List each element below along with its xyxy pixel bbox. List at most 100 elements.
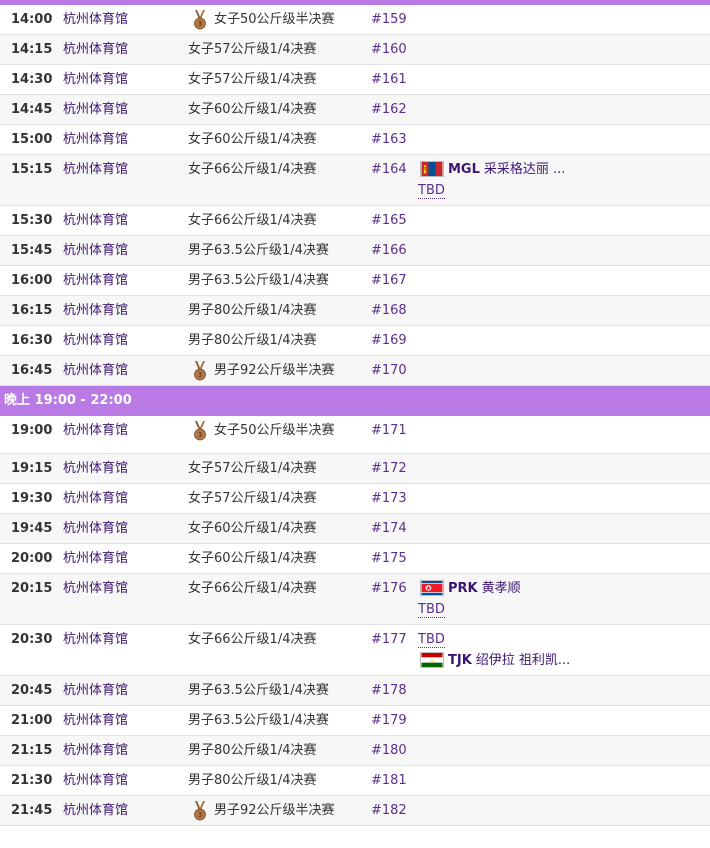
- table-row: 16:00 杭州体育馆 男子63.5公斤级1/4决赛 #167: [0, 266, 710, 296]
- table-row: 16:15 杭州体育馆 男子80公斤级1/4决赛 #168: [0, 296, 710, 326]
- participant[interactable]: MGL 采采格达丽 ...: [420, 160, 566, 179]
- match-number: #182: [371, 803, 407, 818]
- row-time: 16:00: [11, 273, 53, 288]
- venue-link[interactable]: 杭州体育馆: [63, 550, 128, 568]
- venue-link[interactable]: 杭州体育馆: [63, 161, 128, 179]
- match-number: #179: [371, 713, 407, 728]
- event-name: 女子66公斤级1/4决赛: [188, 581, 317, 596]
- row-time: 15:45: [11, 243, 53, 258]
- row-time: 15:30: [11, 213, 53, 228]
- athlete-name-link[interactable]: 黄孝顺: [482, 581, 521, 596]
- venue-link[interactable]: 杭州体育馆: [63, 802, 128, 820]
- row-time: 19:30: [11, 491, 53, 506]
- match-number: #162: [371, 102, 407, 117]
- match-number: #180: [371, 743, 407, 758]
- venue-link[interactable]: 杭州体育馆: [63, 332, 128, 350]
- country-code: PRK: [448, 581, 478, 596]
- row-time: 14:00: [11, 12, 53, 27]
- bronze-medal-icon: 3: [194, 361, 206, 381]
- section-label: 晚上 19:00 - 22:00: [4, 393, 132, 408]
- row-time: 14:30: [11, 72, 53, 87]
- table-row: 19:45 杭州体育馆 女子60公斤级1/4决赛 #174: [0, 514, 710, 544]
- venue-link[interactable]: 杭州体育馆: [63, 631, 128, 649]
- venue-link[interactable]: 杭州体育馆: [63, 212, 128, 230]
- event-name: 男子63.5公斤级1/4决赛: [188, 273, 329, 288]
- venue-link[interactable]: 杭州体育馆: [63, 682, 128, 700]
- table-row: 16:30 杭州体育馆 男子80公斤级1/4决赛 #169: [0, 326, 710, 356]
- match-number: #164: [371, 162, 407, 177]
- match-number: #163: [371, 132, 407, 147]
- row-time: 21:45: [11, 803, 53, 818]
- table-row: 14:30 杭州体育馆 女子57公斤级1/4决赛 #161: [0, 65, 710, 95]
- match-number: #174: [371, 521, 407, 536]
- tbd-label[interactable]: TBD: [418, 184, 445, 199]
- venue-link[interactable]: 杭州体育馆: [63, 580, 128, 598]
- venue-link[interactable]: 杭州体育馆: [63, 131, 128, 149]
- event-name: 女子60公斤级1/4决赛: [188, 132, 317, 147]
- prk-flag-icon: [420, 579, 444, 596]
- row-time: 19:45: [11, 521, 53, 536]
- match-number: #172: [371, 461, 407, 476]
- athlete-name-link[interactable]: 绍伊拉 祖利凯...: [476, 653, 571, 668]
- match-number: #181: [371, 773, 407, 788]
- row-time: 20:00: [11, 551, 53, 566]
- schedule-table: 14:00 杭州体育馆 3 女子50公斤级半决赛 #159 14:15 杭州体育馆 女子57公…: [0, 5, 710, 826]
- event-name: 女子50公斤级半决赛: [214, 423, 335, 438]
- event-name: 女子60公斤级1/4决赛: [188, 551, 317, 566]
- venue-link[interactable]: 杭州体育馆: [63, 71, 128, 89]
- row-time: 21:30: [11, 773, 53, 788]
- event-name: 女子66公斤级1/4决赛: [188, 213, 317, 228]
- athlete-name-link[interactable]: 采采格达丽 ...: [484, 162, 566, 177]
- table-row: 21:45 杭州体育馆 3 男子92公斤级半决赛 #182: [0, 796, 710, 826]
- table-row: 19:00 杭州体育馆 3 女子50公斤级半决赛 #171: [0, 416, 710, 454]
- table-row: 19:15 杭州体育馆 女子57公斤级1/4决赛 #172: [0, 454, 710, 484]
- match-number: #165: [371, 213, 407, 228]
- tbd-label[interactable]: TBD: [418, 603, 445, 618]
- row-time: 16:15: [11, 303, 53, 318]
- venue-link[interactable]: 杭州体育馆: [63, 302, 128, 320]
- venue-link[interactable]: 杭州体育馆: [63, 11, 128, 29]
- venue-link[interactable]: 杭州体育馆: [63, 742, 128, 760]
- section-header-evening: 晚上 19:00 - 22:00: [0, 386, 710, 416]
- match-number: #160: [371, 42, 407, 57]
- venue-link[interactable]: 杭州体育馆: [63, 712, 128, 730]
- row-time: 20:15: [11, 581, 53, 596]
- country-code: TJK: [448, 653, 472, 668]
- venue-link[interactable]: 杭州体育馆: [63, 362, 128, 380]
- match-number: #168: [371, 303, 407, 318]
- event-name: 男子80公斤级1/4决赛: [188, 773, 317, 788]
- venue-link[interactable]: 杭州体育馆: [63, 772, 128, 790]
- row-time: 16:45: [11, 363, 53, 378]
- event-name: 女子66公斤级1/4决赛: [188, 162, 317, 177]
- row-time: 14:15: [11, 42, 53, 57]
- venue-link[interactable]: 杭州体育馆: [63, 272, 128, 290]
- event-name: 男子80公斤级1/4决赛: [188, 303, 317, 318]
- venue-link[interactable]: 杭州体育馆: [63, 490, 128, 508]
- row-time: 15:15: [11, 162, 53, 177]
- table-row: 20:00 杭州体育馆 女子60公斤级1/4决赛 #175: [0, 544, 710, 574]
- table-row: 15:30 杭州体育馆 女子66公斤级1/4决赛 #165: [0, 206, 710, 236]
- venue-link[interactable]: 杭州体育馆: [63, 242, 128, 260]
- venue-link[interactable]: 杭州体育馆: [63, 101, 128, 119]
- row-time: 14:45: [11, 102, 53, 117]
- match-number: #167: [371, 273, 407, 288]
- row-time: 16:30: [11, 333, 53, 348]
- row-time: 20:30: [11, 632, 53, 647]
- bronze-medal-icon: 3: [194, 801, 206, 821]
- match-number: #178: [371, 683, 407, 698]
- participant[interactable]: PRK 黄孝顺: [420, 579, 521, 598]
- venue-link[interactable]: 杭州体育馆: [63, 460, 128, 478]
- match-number: #169: [371, 333, 407, 348]
- mgl-flag-icon: [420, 160, 444, 177]
- event-name: 男子63.5公斤级1/4决赛: [188, 683, 329, 698]
- table-row: 15:00 杭州体育馆 女子60公斤级1/4决赛 #163: [0, 125, 710, 155]
- venue-link[interactable]: 杭州体育馆: [63, 520, 128, 538]
- row-time: 21:15: [11, 743, 53, 758]
- table-row: 15:15 杭州体育馆 女子66公斤级1/4决赛 #164 MGL 采采格达丽 ... TB…: [0, 155, 710, 206]
- event-name: 女子57公斤级1/4决赛: [188, 461, 317, 476]
- participant[interactable]: TJK 绍伊拉 祖利凯...: [420, 651, 571, 670]
- tbd-label[interactable]: TBD: [418, 633, 445, 648]
- venue-link[interactable]: 杭州体育馆: [63, 41, 128, 59]
- venue-link[interactable]: 杭州体育馆: [63, 422, 128, 440]
- table-row: 14:15 杭州体育馆 女子57公斤级1/4决赛 #160: [0, 35, 710, 65]
